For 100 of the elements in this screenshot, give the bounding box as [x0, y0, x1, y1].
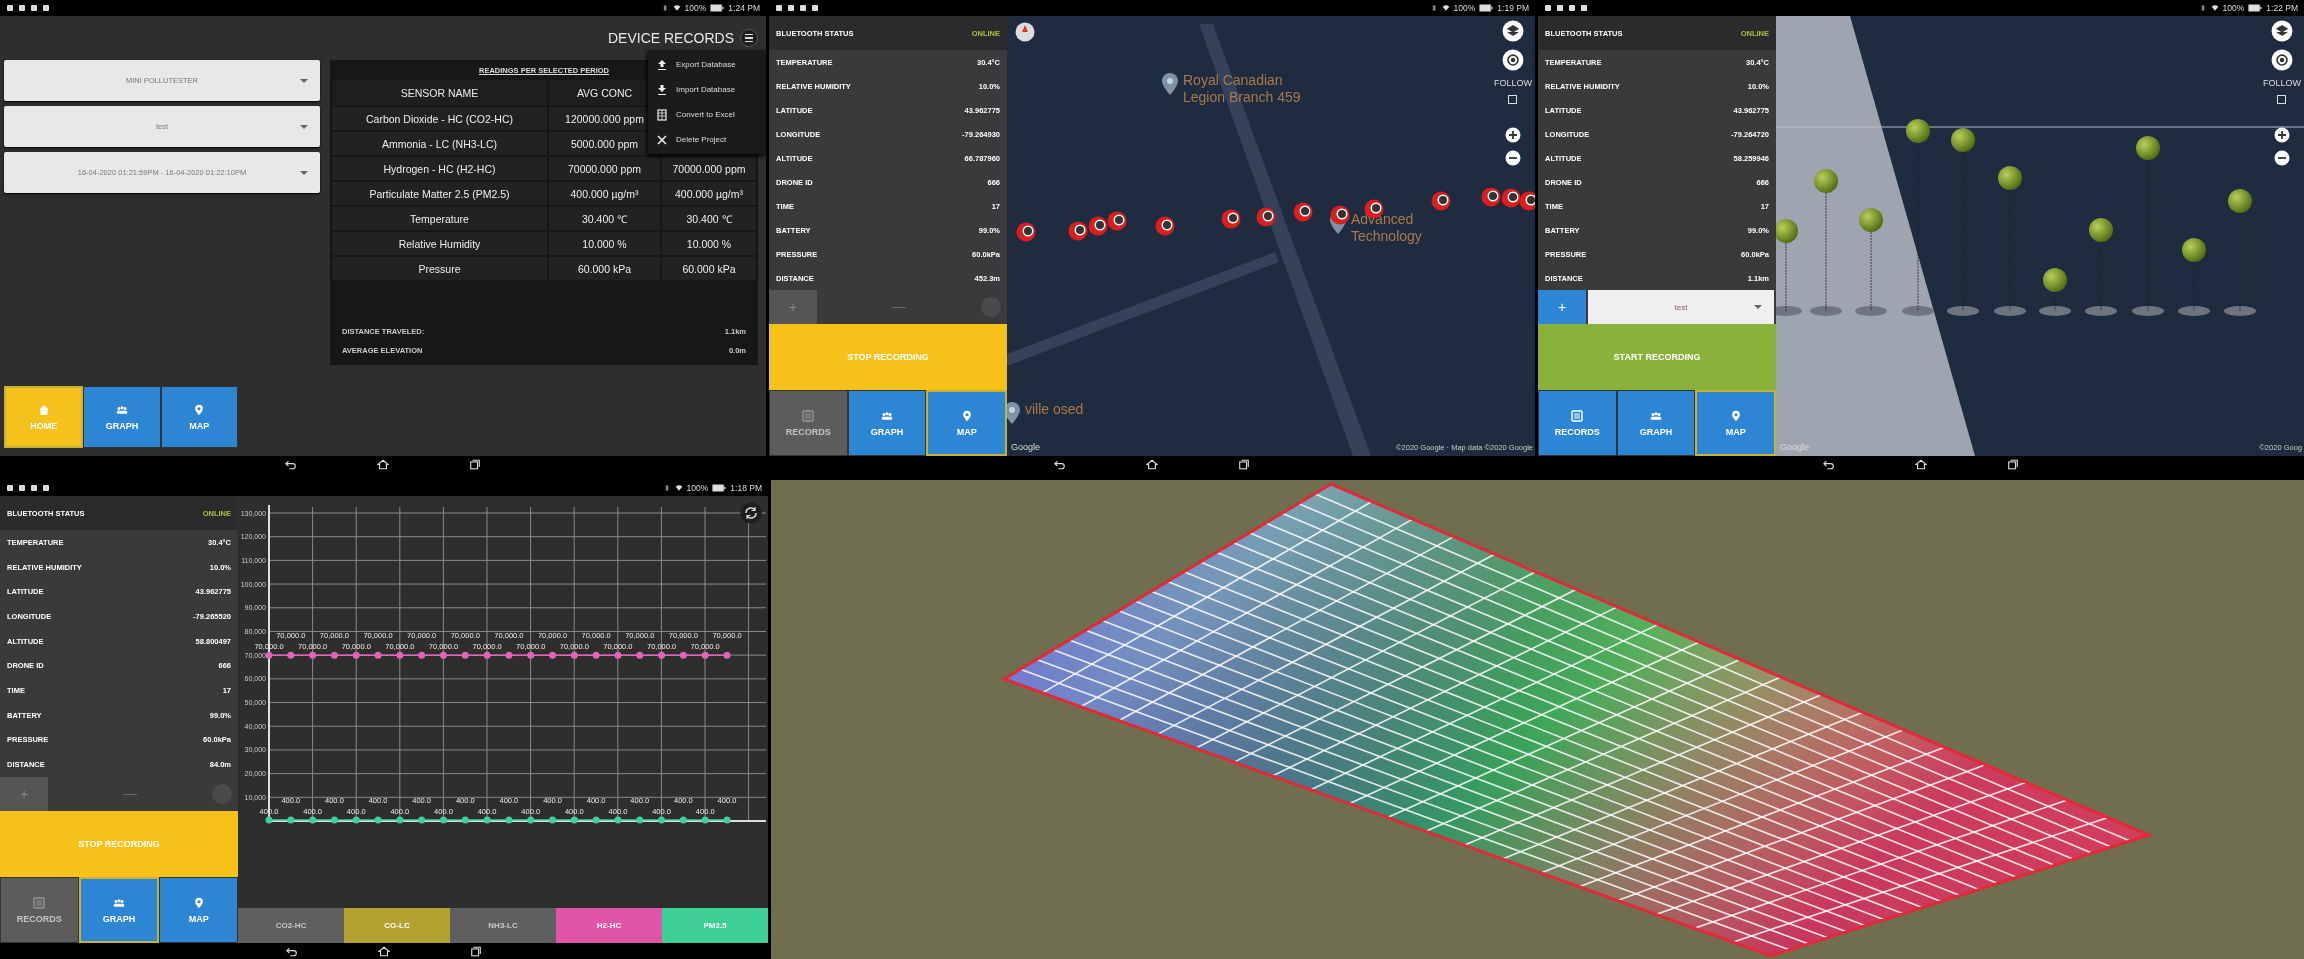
layers-button [1502, 20, 1524, 42]
bluetooth-icon [660, 4, 669, 12]
follow-checkbox[interactable] [1508, 95, 1518, 104]
list-icon [1571, 409, 1584, 422]
marker-icon [1330, 205, 1350, 225]
data-point [592, 816, 600, 824]
table-cell: Temperature [332, 207, 547, 230]
wifi-icon [1441, 4, 1450, 12]
sensor-tab[interactable]: NH3-LC [450, 908, 556, 943]
place-label: Advanced Technology [1351, 211, 1423, 245]
start-recording-button[interactable]: START RECORDING [1538, 324, 1776, 390]
data-point [461, 816, 469, 824]
data-point [396, 816, 404, 824]
marker-icon [1256, 207, 1276, 227]
data-point [352, 651, 360, 659]
people-icon [113, 896, 125, 909]
graph-tab[interactable]: GRAPH [78, 877, 160, 943]
zoom-out-button [2274, 150, 2290, 166]
marker-icon [1431, 191, 1451, 211]
follow-checkbox[interactable] [2277, 95, 2287, 104]
project-picker[interactable]: test [1588, 290, 1774, 324]
pin-icon [960, 409, 973, 422]
recents-icon [470, 945, 482, 957]
people-icon [881, 409, 893, 422]
data-point [440, 816, 447, 824]
menu-item[interactable]: Export Database [648, 52, 766, 77]
layers-button [2271, 20, 2293, 42]
home-icon [378, 945, 390, 957]
sensor-tab[interactable]: CO-LC [344, 908, 450, 943]
data-point [570, 816, 578, 824]
data-point [592, 651, 600, 659]
people-icon [1650, 409, 1662, 422]
place-label: Royal Canadian Legion Branch 459 [1183, 72, 1302, 106]
marker-icon [1088, 216, 1108, 236]
data-point [723, 651, 731, 659]
data-point [396, 651, 404, 659]
table-cell: 10.000 % [549, 232, 660, 255]
data-point [636, 816, 644, 824]
map-tab[interactable]: MAP [160, 386, 238, 448]
zoom-in-button [1505, 127, 1521, 143]
map-tab[interactable]: MAP [1695, 390, 1776, 456]
recents-icon [469, 458, 481, 470]
zoom-out-button [1505, 150, 1521, 166]
map-tab[interactable]: MAP [159, 877, 238, 943]
back-icon [286, 945, 298, 957]
sensor-tab[interactable]: H2-HC [556, 908, 662, 943]
table-cell: Relative Humidity [332, 232, 547, 255]
place-label: ville osed [1025, 401, 1085, 418]
data-point [701, 651, 709, 659]
download-icon [656, 83, 668, 96]
column-header: SENSOR NAME [332, 80, 547, 105]
upload-icon [656, 58, 668, 71]
home-icon [1915, 458, 1927, 470]
list-icon [33, 896, 46, 909]
table-cell: Pressure [332, 257, 547, 280]
back-icon [285, 458, 297, 470]
spreadsheet-icon [656, 108, 668, 121]
add-button[interactable]: + [1538, 290, 1586, 324]
data-point [636, 651, 644, 659]
data-point [287, 651, 295, 659]
data-point [309, 816, 317, 824]
pin-icon [192, 896, 205, 909]
graph-tab[interactable]: GRAPH [1616, 390, 1696, 456]
table-cell: 70000.000 ppm [549, 157, 660, 180]
marker-icon [1519, 191, 1535, 211]
zoom-in-button [2274, 127, 2290, 143]
graph-tab[interactable]: GRAPH [847, 390, 927, 456]
battery-icon [2248, 4, 2263, 12]
wifi-icon [674, 484, 683, 492]
wifi-icon [2210, 4, 2219, 12]
graph-tab[interactable]: GRAPH [83, 386, 161, 448]
marker-icon [1293, 202, 1313, 222]
data-point [374, 651, 382, 659]
pin-icon [193, 403, 206, 416]
data-point [352, 816, 360, 824]
data-point [418, 816, 426, 824]
data-point [505, 651, 513, 659]
data-point [483, 651, 491, 659]
place-pin-icon [1007, 401, 1021, 425]
home-icon [377, 458, 389, 470]
data-point [265, 816, 273, 824]
sensor-tab[interactable]: PM2.5 [662, 908, 768, 943]
data-point [374, 816, 382, 824]
follow-label: FOLLOW [1494, 78, 1532, 88]
locate-button [1502, 49, 1524, 71]
follow-label: FOLLOW [2263, 78, 2301, 88]
bluetooth-icon [662, 484, 671, 492]
sensor-tab[interactable]: CO2-HC [238, 908, 344, 943]
map-tab[interactable]: MAP [926, 390, 1007, 456]
pin-icon [1729, 409, 1742, 422]
data-point [461, 651, 469, 659]
battery-percent: 100% [1453, 3, 1476, 13]
data-point [527, 651, 535, 659]
menu-button[interactable] [740, 29, 758, 47]
close-icon [656, 133, 668, 146]
clock-time: 1:18 PM [730, 483, 762, 493]
records-tab[interactable]: RECORDS [1538, 390, 1617, 456]
data-point [483, 816, 491, 824]
wifi-icon [672, 4, 681, 12]
data-point [330, 816, 338, 824]
